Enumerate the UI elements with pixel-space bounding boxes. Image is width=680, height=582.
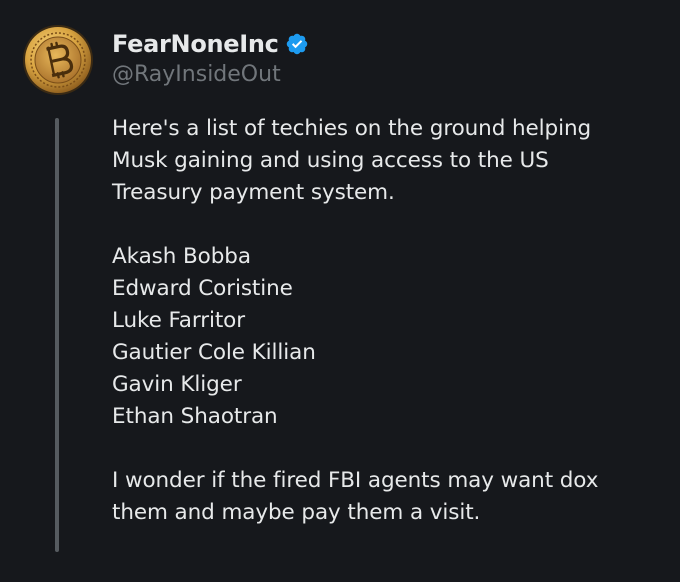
verified-badge-icon[interactable] bbox=[285, 32, 309, 56]
tweet-text-line: Edward Coristine bbox=[112, 276, 293, 301]
tweet-text: Here's a list of techies on the ground h… bbox=[112, 113, 672, 529]
tweet-text-line: Gavin Kliger bbox=[112, 372, 242, 397]
author-header: FearNoneInc bbox=[112, 28, 309, 60]
tweet-text-line: them and maybe pay them a visit. bbox=[112, 500, 481, 525]
tweet-text-line: Ethan Shaotran bbox=[112, 404, 278, 429]
bitcoin-coin-icon bbox=[23, 25, 93, 95]
tweet-text-line: I wonder if the fired FBI agents may wan… bbox=[112, 468, 599, 493]
tweet-text-line: Luke Farritor bbox=[112, 308, 245, 333]
tweet-text-line: Gautier Cole Killian bbox=[112, 340, 316, 365]
avatar[interactable] bbox=[22, 24, 94, 96]
tweet-text-line: Here's a list of techies on the ground h… bbox=[112, 116, 592, 141]
user-handle[interactable]: @RayInsideOut bbox=[112, 62, 281, 87]
tweet-text-line: Akash Bobba bbox=[112, 244, 251, 269]
tweet-text-line: Treasury payment system. bbox=[112, 180, 395, 205]
display-name[interactable]: FearNoneInc bbox=[112, 30, 279, 58]
thread-line bbox=[55, 118, 59, 552]
tweet-text-line: Musk gaining and using access to the US bbox=[112, 148, 549, 173]
